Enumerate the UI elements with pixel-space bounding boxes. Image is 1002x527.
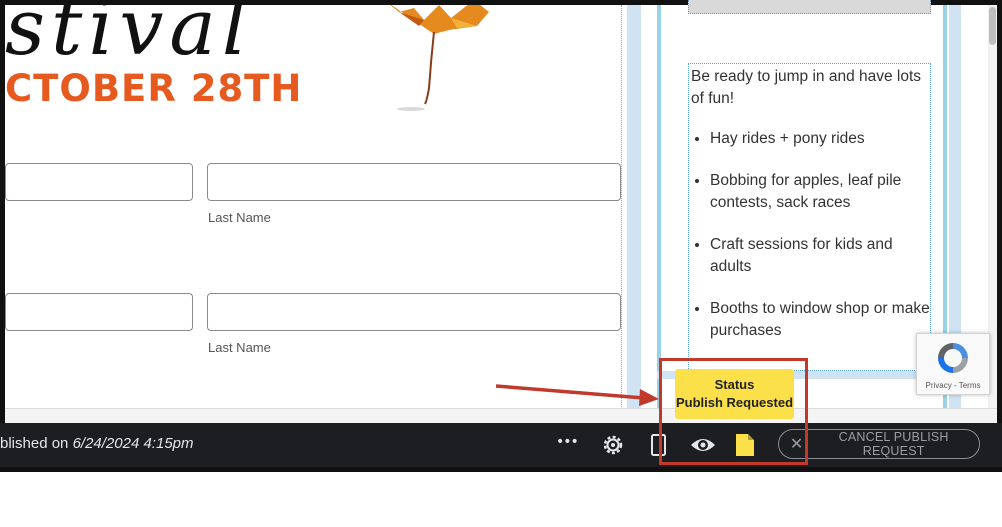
last-name-label-1: Last Name bbox=[208, 210, 271, 225]
first-name-input-1[interactable] bbox=[5, 163, 193, 201]
document-status-icon[interactable] bbox=[731, 431, 759, 459]
maple-leaf-icon bbox=[390, 5, 489, 111]
status-value: Publish Requested bbox=[675, 395, 794, 410]
cancel-publish-request-label: CANCEL PUBLISH REQUEST bbox=[838, 430, 949, 458]
first-name-input-2[interactable] bbox=[5, 293, 193, 331]
recaptcha-badge[interactable]: Privacy - Terms bbox=[916, 333, 990, 395]
last-name-label-2: Last Name bbox=[208, 340, 271, 355]
editor-toolbar: blished on 6/24/2024 4:15pm ••• ✕ CANCEL… bbox=[0, 423, 1002, 467]
hero-script-title: stival bbox=[5, 5, 253, 73]
published-date: 6/24/2024 4:15pm bbox=[72, 435, 194, 452]
gear-icon[interactable] bbox=[599, 431, 627, 459]
status-title: Status bbox=[714, 377, 755, 392]
cancel-publish-request-button[interactable]: ✕ CANCEL PUBLISH REQUEST bbox=[778, 429, 980, 459]
recaptcha-icon bbox=[938, 343, 968, 373]
annotation-arrow-icon bbox=[495, 384, 659, 406]
more-options-icon[interactable]: ••• bbox=[556, 434, 579, 450]
column-divider bbox=[621, 5, 624, 423]
mobile-preview-icon[interactable] bbox=[645, 431, 673, 459]
app-frame: stival CTOBER 28TH Last Name Last Name B… bbox=[0, 0, 1002, 472]
published-status-text: blished on 6/24/2024 4:15pm bbox=[0, 435, 194, 452]
close-icon: ✕ bbox=[789, 436, 804, 453]
eye-icon[interactable] bbox=[689, 431, 717, 459]
last-name-input-1[interactable] bbox=[207, 163, 621, 201]
list-item: Bobbing for apples, leaf pile contests, … bbox=[710, 170, 930, 214]
image-placeholder bbox=[688, 0, 931, 14]
canvas-footer-band bbox=[5, 408, 997, 424]
hero-date: CTOBER 28TH bbox=[5, 67, 303, 110]
info-text-block[interactable]: Be ready to jump in and have lots of fun… bbox=[688, 63, 931, 371]
published-prefix: blished on bbox=[0, 435, 73, 452]
status-badge: Status Publish Requested bbox=[675, 369, 794, 419]
column-edge-left bbox=[657, 5, 661, 423]
list-item: Craft sessions for kids and adults bbox=[710, 234, 930, 278]
list-item: Booths to window shop or make purchases bbox=[710, 298, 930, 342]
info-list: Hay rides + pony rides Bobbing for apple… bbox=[689, 128, 930, 362]
recaptcha-privacy-terms[interactable]: Privacy - Terms bbox=[917, 381, 989, 390]
scrollbar-thumb[interactable] bbox=[989, 7, 996, 45]
column-gutter-left bbox=[627, 5, 641, 423]
list-item: Hay rides + pony rides bbox=[710, 128, 930, 150]
info-intro: Be ready to jump in and have lots of fun… bbox=[691, 68, 922, 107]
last-name-input-2[interactable] bbox=[207, 293, 621, 331]
